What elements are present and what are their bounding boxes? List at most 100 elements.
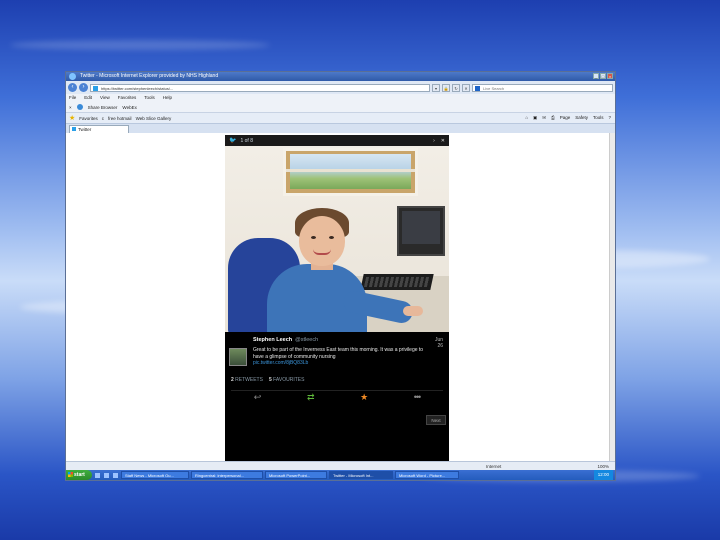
lock-icon[interactable]: 🔒	[442, 83, 450, 92]
favourites-count: 5	[268, 376, 272, 383]
tweet-author[interactable]: Stephen Leech @stleech	[253, 337, 443, 343]
monitor-screen	[402, 211, 440, 244]
page-menu[interactable]: Page	[560, 115, 571, 121]
retweets-label: RETWEETS	[235, 376, 263, 383]
title-bar: Twitter - Microsoft Internet Explorer pr…	[66, 72, 615, 81]
tweet-link[interactable]: pic.twitter.com/8jBQ83Lb	[253, 360, 308, 366]
tools-menu[interactable]: Tools	[593, 115, 604, 121]
address-bar-row: ‹ › https://twitter.com/stephenleech/sta…	[66, 81, 615, 94]
page-content: 🐦 1 of 8 › ✕ Stephen Leech @stleech Jun …	[66, 133, 615, 461]
author-name: Stephen Leech	[253, 337, 293, 343]
taskbar-item-twitter[interactable]: Twitter - Microsoft Int...	[329, 471, 393, 479]
quicklaunch-outlook-icon[interactable]	[113, 472, 118, 478]
twitter-favicon-icon	[93, 85, 98, 91]
search-placeholder: Live Search	[483, 85, 505, 91]
favorites-button[interactable]: Favorites	[79, 116, 98, 121]
minimize-icon[interactable]: _	[593, 73, 599, 79]
menu-favorites[interactable]: Favorites	[118, 94, 137, 102]
favourites-stat[interactable]: 5 FAVOURITES	[269, 377, 304, 383]
feeds-icon[interactable]: ▣	[533, 115, 537, 121]
stop-icon[interactable]: ✕	[462, 83, 470, 92]
favourites-label: FAVOURITES	[273, 376, 305, 383]
tweet-body: Great to be part of the Inverness East t…	[253, 347, 424, 360]
close-toolbar-icon[interactable]: ×	[69, 105, 72, 110]
page-scrollbar[interactable]	[609, 133, 615, 461]
favorites-item-webslice[interactable]: Web Slice Gallery	[136, 116, 172, 121]
tray-clock: 12:00	[597, 472, 609, 477]
taskbar-item-ringcentral[interactable]: Ringcentral: interpersonal...	[191, 471, 263, 479]
overlay-header: 🐦 1 of 8 › ✕	[225, 135, 449, 146]
tweet-media-overlay: 🐦 1 of 8 › ✕ Stephen Leech @stleech Jun …	[225, 135, 449, 461]
command-bar: ⌂ ▣ ✉ ⎙ Page Safety Tools ?	[525, 115, 615, 121]
photo-skylight	[283, 148, 418, 196]
tweet-date-day: 26	[437, 343, 443, 349]
browser-window: Twitter - Microsoft Internet Explorer pr…	[65, 71, 616, 481]
home-icon[interactable]: ⌂	[525, 115, 528, 121]
maximize-icon[interactable]: □	[600, 73, 606, 79]
photo-keyboard	[360, 274, 434, 290]
background-streak	[10, 40, 270, 50]
tweet-actions: ↩ ⇄ ★ •••	[231, 389, 443, 404]
quicklaunch-desktop-icon[interactable]	[104, 472, 109, 478]
favorites-star-icon[interactable]: ★	[69, 114, 75, 122]
share-browser-icon	[76, 104, 83, 110]
menu-bar: File Edit View Favorites Tools Help	[66, 94, 615, 102]
close-overlay-icon[interactable]: ✕	[441, 138, 445, 144]
taskbar: start Staff News - Microsoft Ou... Ringc…	[66, 470, 615, 480]
tab-twitter[interactable]: Twitter	[69, 125, 129, 133]
close-icon[interactable]: ×	[607, 73, 613, 79]
skylight-bar	[286, 168, 415, 172]
menu-file[interactable]: File	[69, 94, 76, 102]
search-input[interactable]: Live Search	[472, 83, 613, 92]
refresh-icon[interactable]: ↻	[452, 83, 460, 92]
webex-button[interactable]: WebEx	[122, 105, 136, 110]
menu-view[interactable]: View	[100, 94, 110, 102]
retweets-stat[interactable]: 2 RETWEETS	[231, 377, 263, 383]
window-title: Twitter - Microsoft Internet Explorer pr…	[80, 73, 219, 79]
favorite-star-icon[interactable]: ★	[360, 392, 368, 403]
avatar[interactable]	[229, 348, 247, 366]
help-icon[interactable]: ?	[608, 115, 611, 121]
mail-icon[interactable]: ✉	[542, 115, 546, 121]
author-handle: @stleech	[295, 337, 319, 343]
system-tray: 12:00	[593, 470, 613, 480]
expand-icon[interactable]: ›	[433, 138, 435, 144]
address-text: https://twitter.com/stephenleech/status/…	[101, 85, 174, 91]
tab-label: Twitter	[78, 127, 92, 132]
photo-monitor	[397, 206, 445, 256]
reply-icon[interactable]: ↩	[254, 392, 262, 403]
taskbar-item-word[interactable]: Microsoft Word - Picture...	[395, 471, 459, 479]
tweet-date[interactable]: Jun 26	[427, 337, 443, 349]
photo-person-hand	[403, 306, 423, 316]
live-search-icon	[475, 85, 480, 91]
address-input[interactable]: https://twitter.com/stephenleech/status/…	[90, 83, 430, 92]
twitter-favicon-icon	[72, 127, 76, 131]
share-browser-button[interactable]: Share Browser	[88, 105, 118, 110]
window-controls: _ □ ×	[593, 73, 613, 79]
menu-help[interactable]: Help	[163, 94, 172, 102]
tweet-photo[interactable]	[225, 146, 449, 332]
next-button[interactable]: Next	[426, 415, 446, 425]
more-icon[interactable]: •••	[414, 392, 422, 402]
start-button[interactable]: start	[66, 470, 92, 480]
photo-person-eye	[329, 236, 334, 239]
dropdown-arrow-icon[interactable]: ▾	[432, 83, 440, 92]
favorites-item-hotmail[interactable]: free hotmail	[108, 116, 132, 121]
tweet-stats: 2 RETWEETS 5 FAVOURITES	[231, 377, 443, 383]
print-icon[interactable]: ⎙	[551, 115, 555, 121]
tweet-text: Great to be part of the Inverness East t…	[253, 347, 428, 367]
photo-counter: 1 of 8	[240, 137, 253, 144]
menu-tools[interactable]: Tools	[144, 94, 155, 102]
forward-button[interactable]: ›	[79, 83, 88, 92]
taskbar-item-powerpoint[interactable]: Microsoft PowerPoint...	[265, 471, 327, 479]
back-button[interactable]: ‹	[68, 83, 77, 92]
favorites-bar: ★ Favorites c free hotmail Web Slice Gal…	[66, 112, 615, 123]
retweet-icon[interactable]: ⇄	[307, 392, 315, 403]
tweet-details: Stephen Leech @stleech Jun 26 Great to b…	[225, 332, 449, 404]
tab-bar: Twitter	[66, 123, 615, 133]
menu-edit[interactable]: Edit	[84, 94, 92, 102]
safety-menu[interactable]: Safety	[575, 115, 588, 121]
favorites-item-c[interactable]: c	[102, 116, 104, 121]
taskbar-item-staff-news[interactable]: Staff News - Microsoft Ou...	[121, 471, 189, 479]
quicklaunch-ie-icon[interactable]	[95, 472, 100, 478]
